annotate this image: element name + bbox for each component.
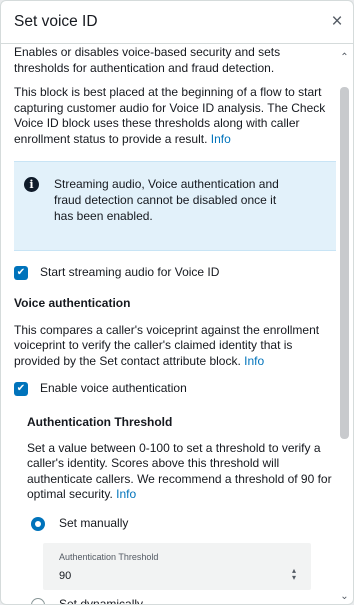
threshold-info-link[interactable]: Info bbox=[116, 487, 136, 501]
panel-content: Enables or disables voice-based security… bbox=[14, 45, 336, 605]
header-divider bbox=[1, 43, 353, 44]
radio-set-manually-label: Set manually bbox=[59, 515, 129, 530]
scroll-down-icon[interactable]: ⌄ bbox=[338, 590, 351, 604]
enable-voice-auth-label: Enable voice authentication bbox=[40, 381, 187, 396]
auth-threshold-heading: Authentication Threshold bbox=[27, 415, 173, 429]
close-icon[interactable]: × bbox=[327, 12, 347, 32]
voice-authentication-heading: Voice authentication bbox=[14, 296, 131, 310]
checkmark-icon[interactable]: ✔ bbox=[14, 266, 28, 280]
panel-header: Set voice ID bbox=[1, 1, 353, 43]
radio-set-dynamically[interactable]: Set dynamically bbox=[31, 596, 336, 605]
voice-auth-info-link[interactable]: Info bbox=[244, 354, 264, 368]
alert-box: i Streaming audio, Voice authentication … bbox=[14, 161, 336, 251]
auth-threshold-field[interactable]: Authentication Threshold 90 ▴ ▾ bbox=[43, 542, 311, 590]
threshold-description: Set a value between 0-100 to set a thres… bbox=[27, 441, 333, 503]
voice-auth-description-text: This compares a caller's voiceprint agai… bbox=[14, 322, 320, 368]
scroll-up-icon[interactable]: ⌃ bbox=[338, 51, 351, 65]
intro-description: Enables or disables voice-based security… bbox=[14, 45, 336, 76]
voice-auth-description: This compares a caller's voiceprint agai… bbox=[14, 323, 336, 370]
alert-text: Streaming audio, Voice authentication an… bbox=[54, 177, 279, 223]
scrollbar-thumb[interactable] bbox=[340, 87, 349, 439]
radio-unselected-icon[interactable] bbox=[31, 597, 45, 604]
vertical-scrollbar[interactable]: ⌃ ⌄ bbox=[338, 45, 351, 604]
intro-description-text: Enables or disables voice-based security… bbox=[14, 45, 281, 75]
enable-voice-auth-checkbox-row[interactable]: ✔ Enable voice authentication bbox=[14, 379, 336, 399]
auth-threshold-field-label: Authentication Threshold bbox=[59, 551, 159, 562]
radio-set-manually[interactable]: Set manually bbox=[31, 515, 336, 533]
streaming-audio-checkbox-row[interactable]: ✔ Start streaming audio for Voice ID bbox=[14, 263, 336, 283]
streaming-audio-label: Start streaming audio for Voice ID bbox=[40, 265, 220, 280]
set-voice-id-panel: Set voice ID × Enables or disables voice… bbox=[0, 0, 354, 605]
placement-paragraph: This block is best placed at the beginni… bbox=[14, 85, 336, 147]
threshold-section: Authentication Threshold Set a value bet… bbox=[14, 415, 336, 605]
placement-text: This block is best placed at the beginni… bbox=[14, 85, 326, 146]
threshold-description-text: Set a value between 0-100 to set a thres… bbox=[27, 440, 332, 502]
radio-set-dynamically-label: Set dynamically bbox=[59, 596, 144, 605]
radio-selected-icon[interactable] bbox=[31, 516, 45, 531]
checkmark-icon[interactable]: ✔ bbox=[14, 382, 28, 396]
stepper-icon[interactable]: ▴ ▾ bbox=[289, 566, 299, 581]
panel-title: Set voice ID bbox=[14, 13, 98, 30]
intro-info-link[interactable]: Info bbox=[211, 132, 231, 146]
info-icon: i bbox=[24, 177, 39, 192]
auth-threshold-input[interactable]: 90 bbox=[59, 569, 71, 585]
